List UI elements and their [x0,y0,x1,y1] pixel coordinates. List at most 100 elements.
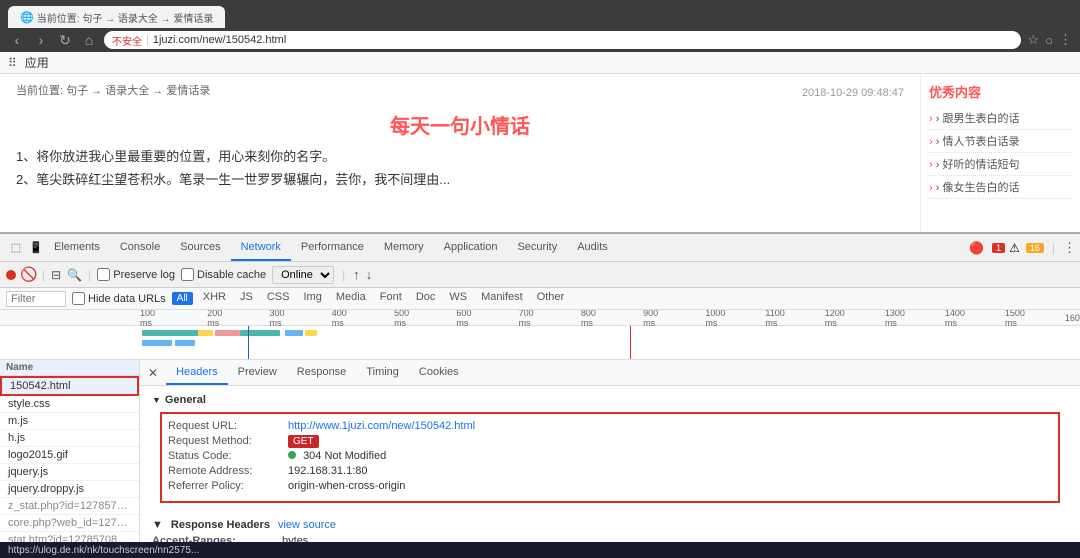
profile-icon[interactable]: ○ [1045,33,1053,48]
site-content-1: 1、将你放进我心里最重要的位置，用心来刻你的名字。 [16,145,904,168]
mark-900ms: 900 ms [643,310,658,328]
devtools-right-controls: 🔴 1 ⚠ 16 | ⋮ [969,240,1076,256]
divider-4: | [342,268,345,282]
mark-1000ms: 1000 ms [705,310,725,328]
disable-cache-label: Disable cache [197,269,266,281]
filter-ws-btn[interactable]: WS [445,291,471,307]
tl-bar-6 [240,330,280,336]
request-details-panel: ✕ Headers Preview Response Timing Cookie… [140,360,1080,542]
detail-tab-timing[interactable]: Timing [356,360,409,385]
filter-toggle-icon[interactable]: ⊟ [51,268,61,282]
detail-tab-headers[interactable]: Headers [166,360,228,385]
tab-network[interactable]: Network [231,234,291,261]
filter-doc-btn[interactable]: Doc [412,291,440,307]
file-item-3[interactable]: h.js [0,430,139,447]
disable-cache-checkbox-label[interactable]: Disable cache [181,268,266,281]
tab-security[interactable]: Security [507,234,567,261]
tab-memory[interactable]: Memory [374,234,434,261]
filter-css-btn[interactable]: CSS [263,291,294,307]
general-details-box: Request URL: http://www.1juzi.com/new/15… [160,412,1060,503]
throttle-select[interactable]: Online [272,266,334,284]
detail-tab-preview[interactable]: Preview [228,360,287,385]
method-text: GET [288,435,319,448]
mark-1500ms: 1500 ms [1005,310,1025,328]
browser-chrome: 🌐 当前位置: 句子 → 语录大全 → 爱情话录 ‹ › ↻ ⌂ 不安全 | 1… [0,0,1080,52]
close-details-button[interactable]: ✕ [148,366,158,380]
filter-media-btn[interactable]: Media [332,291,370,307]
preserve-log-checkbox-label[interactable]: Preserve log [97,268,175,281]
device-toggle-icon[interactable]: 📱 [28,240,44,256]
mark-400ms: 400 ms [332,310,347,328]
tab-application[interactable]: Application [434,234,508,261]
mark-1100ms: 1100 ms [765,310,784,328]
remote-address-value: 192.168.31.1:80 [288,465,368,477]
general-section-header[interactable]: ▼ General [152,394,1068,406]
file-item-0[interactable]: 150542.html [0,376,139,396]
file-list-header: Name [0,360,139,376]
detail-tab-response[interactable]: Response [287,360,357,385]
breadcrumb: 当前位置: 句子 → 语录大全 → 爱情话录 [16,82,210,98]
request-method-row: Request Method: GET [168,435,1052,447]
file-item-9[interactable]: stat.htm?id=1278570834&r=h... [0,532,139,542]
bookmark-icon[interactable]: ☆ [1027,32,1039,48]
filter-font-btn[interactable]: Font [376,291,406,307]
sidebar-item-1[interactable]: › 情人节表白话录 [929,130,1072,153]
tab-audits[interactable]: Audits [567,234,618,261]
filter-manifest-btn[interactable]: Manifest [477,291,527,307]
tab-favicon: 🌐 [20,11,34,24]
file-item-1[interactable]: style.css [0,396,139,413]
request-method-value: GET [288,435,319,447]
active-tab[interactable]: 🌐 当前位置: 句子 → 语录大全 → 爱情话录 [8,6,225,28]
inspect-element-icon[interactable]: ⬚ [8,240,24,256]
sidebar-item-3[interactable]: › 像女生告白的话 [929,176,1072,199]
status-code-label: Status Code: [168,450,288,462]
clear-button[interactable]: 🚫 [22,268,36,282]
filter-js-btn[interactable]: JS [236,291,257,307]
load-line [630,326,631,360]
filter-all-btn[interactable]: All [172,292,193,305]
refresh-button[interactable]: ↻ [56,32,74,49]
record-button[interactable] [6,270,16,280]
filter-xhr-btn[interactable]: XHR [199,291,230,307]
sidebar-item-2[interactable]: › 好听的情话短句 [929,153,1072,176]
preserve-log-checkbox[interactable] [97,268,110,281]
sidebar-item-0[interactable]: › 跟男生表白的话 [929,107,1072,130]
mark-100ms: 100 ms [140,310,155,328]
file-item-4[interactable]: logo2015.gif [0,447,139,464]
filter-other-btn[interactable]: Other [533,291,569,307]
address-bar[interactable]: 不安全 | 1juzi.com/new/150542.html [104,31,1021,49]
remote-address-label: Remote Address: [168,465,288,477]
tab-console[interactable]: Console [110,234,170,261]
back-button[interactable]: ‹ [8,32,26,48]
file-item-5[interactable]: jquery.js [0,464,139,481]
devtools-settings-icon[interactable]: ⋮ [1063,240,1076,256]
url-text: 1juzi.com/new/150542.html [153,34,286,46]
upload-icon[interactable]: ↑ [353,267,360,282]
separator: | [146,34,149,46]
request-url-value: http://www.1juzi.com/new/150542.html [288,420,475,432]
request-url-link[interactable]: http://www.1juzi.com/new/150542.html [288,420,475,432]
menu-icon[interactable]: ⋮ [1059,32,1072,48]
detail-tab-cookies[interactable]: Cookies [409,360,469,385]
file-item-8[interactable]: core.php?web_id=12785708... [0,515,139,532]
filter-img-btn[interactable]: Img [299,291,325,307]
download-icon[interactable]: ↓ [366,267,373,282]
forward-button[interactable]: › [32,32,50,48]
tl-bar-2 [142,340,172,346]
file-item-6[interactable]: jquery.droppy.js [0,481,139,498]
file-item-7[interactable]: z_stat.php?id=1278570834&... [0,498,139,515]
timestamp: 2018-10-29 09:48:47 [802,87,904,99]
filter-input[interactable] [6,291,66,307]
file-item-2[interactable]: m.js [0,413,139,430]
hide-data-urls-label[interactable]: Hide data URLs [72,292,166,305]
disable-cache-checkbox[interactable] [181,268,194,281]
hide-data-urls-checkbox[interactable] [72,292,85,305]
view-source-link[interactable]: view source [278,519,336,531]
search-icon[interactable]: 🔍 [67,268,82,282]
tab-elements[interactable]: Elements [44,234,110,261]
tab-sources[interactable]: Sources [170,234,230,261]
apps-label: 应用 [25,54,49,71]
tl-bar-3 [175,340,195,346]
home-button[interactable]: ⌂ [80,32,98,48]
tab-performance[interactable]: Performance [291,234,374,261]
